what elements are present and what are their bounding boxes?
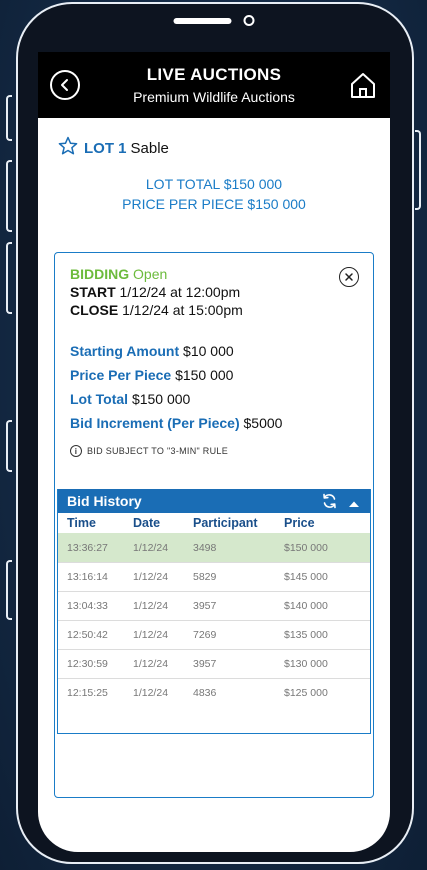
side-button [6,560,12,620]
refresh-icon[interactable] [321,493,338,512]
bid-history-controls [321,493,360,512]
table-row: 13:04:33 1/12/24 3957 $140 000 [58,591,370,620]
lot-total: LOT TOTAL $150 000 [145,176,283,192]
bid-rule-note: i BID SUBJECT TO "3-MIN" RULE [70,445,373,457]
bid-history-header: Bid History [58,489,370,513]
column-header: Price [284,516,315,530]
camera-icon [243,15,254,26]
side-button [6,420,12,472]
favorite-star-icon[interactable] [58,136,78,160]
side-button [6,95,12,141]
lot-number: LOT 1 [84,139,127,157]
column-header: Date [133,516,161,530]
back-button[interactable] [50,70,80,100]
table-row: 12:15:25 1/12/24 4836 $125 000 [58,678,370,707]
bid-history-table: Bid History Time Date Participant Price … [57,489,371,734]
price-per-piece: Price Per Piece $150 000 [70,367,234,383]
column-header: Time [67,516,96,530]
lot-totals: LOT TOTAL $150 000 PRICE PER PIECE $150 … [38,174,390,214]
collapse-caret-icon[interactable] [348,495,360,511]
side-button [415,130,421,210]
lot-price-per-piece: PRICE PER PIECE $150 000 [122,196,306,212]
page-subtitle: Premium Wildlife Auctions [133,89,295,105]
lot-heading: LOT 1 Sable [38,118,390,160]
bidding-close: CLOSE 1/12/24 at 15:00pm [70,302,243,318]
auction-card: BIDDING Open START 1/12/24 at 12:00pm CL… [54,252,374,798]
app-header: LIVE AUCTIONS Premium Wildlife Auctions [38,52,390,118]
speaker-grille [173,17,231,24]
table-row: 13:36:27 1/12/24 3498 $150 000 [58,533,370,562]
app-screen: LIVE AUCTIONS Premium Wildlife Auctions … [38,52,390,852]
column-header: Participant [193,516,258,530]
lot-total-detail: Lot Total $150 000 [70,391,191,407]
side-button [6,160,12,232]
lot-name: Sable [130,139,169,157]
table-row: 12:50:42 1/12/24 7269 $135 000 [58,620,370,649]
bid-history-columns: Time Date Participant Price [58,513,370,533]
lot-details: Starting Amount $10 000 Price Per Piece … [70,339,373,435]
phone-notch [173,15,254,26]
page-title: LIVE AUCTIONS [146,65,282,84]
bidding-status: BIDDING Open [70,266,168,282]
close-icon[interactable] [339,267,359,287]
home-icon [351,73,375,98]
chevron-left-icon [61,79,68,91]
home-button[interactable] [348,70,378,100]
side-button [6,242,12,314]
starting-amount: Starting Amount $10 000 [70,343,234,359]
info-icon[interactable]: i [70,445,82,457]
bid-increment: Bid Increment (Per Piece) $5000 [70,415,283,431]
bidding-start: START 1/12/24 at 12:00pm [70,284,241,300]
table-row: 12:30:59 1/12/24 3957 $130 000 [58,649,370,678]
table-row: 13:16:14 1/12/24 5829 $145 000 [58,562,370,591]
